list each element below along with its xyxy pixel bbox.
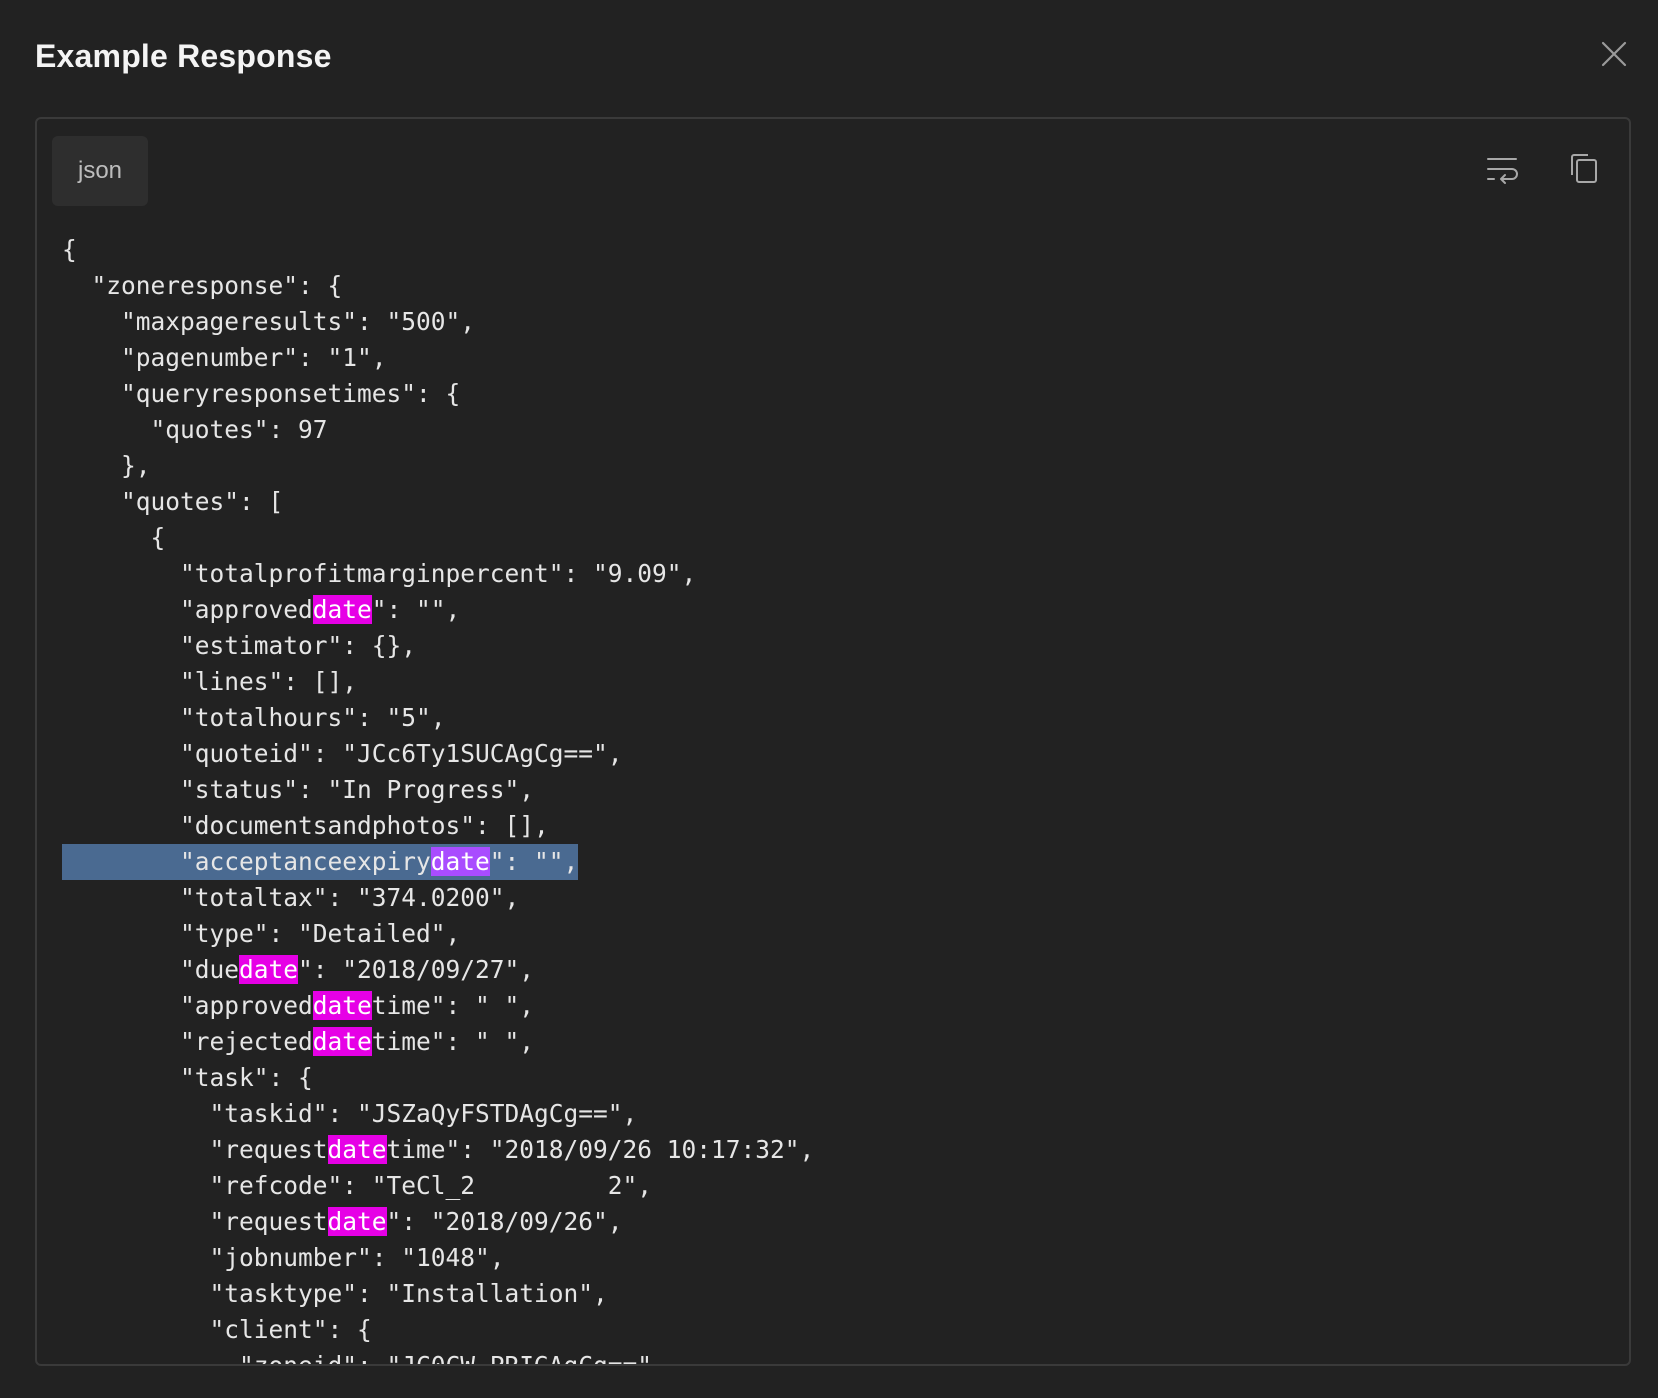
copy-button[interactable]	[1562, 149, 1602, 189]
code-line: "requestdate": "2018/09/26",	[62, 1207, 623, 1236]
search-match: date	[327, 1207, 387, 1236]
language-badge: json	[52, 136, 148, 206]
search-match: date	[430, 847, 490, 876]
code-line: "client": {	[62, 1315, 372, 1344]
code-line: "estimator": {},	[62, 631, 417, 660]
code-line: "duedate": "2018/09/27",	[62, 955, 535, 984]
code-line: "tasktype": "Installation",	[62, 1279, 608, 1308]
code-line: "maxpageresults": "500",	[62, 307, 476, 336]
code-line: "jobnumber": "1048",	[62, 1243, 505, 1272]
code-line: },	[62, 451, 151, 480]
code-line: "pagenumber": "1",	[62, 343, 387, 372]
code-line: "queryresponsetimes": {	[62, 379, 461, 408]
code-line: "status": "In Progress",	[62, 775, 535, 804]
example-response-dialog: Example Response json {"zoneresponse": …	[0, 0, 1658, 1398]
search-match: date	[327, 1135, 387, 1164]
search-match: date	[239, 955, 299, 984]
code-line: "requestdatetime": "2018/09/26 10:17:32"…	[62, 1135, 815, 1164]
code-line: "task": {	[62, 1063, 313, 1092]
wrap-lines-icon	[1487, 158, 1518, 184]
copy-icon	[1571, 154, 1597, 183]
wrap-lines-button[interactable]	[1482, 149, 1522, 189]
search-match: date	[312, 595, 372, 624]
close-button[interactable]	[1598, 38, 1630, 70]
code-line: "totalhours": "5",	[62, 703, 446, 732]
search-match: date	[312, 991, 372, 1020]
code-line: {	[62, 523, 166, 552]
code-line: "zoneid": "JC0CW-PRIGAgCg==",	[62, 1351, 667, 1366]
code-line: "approveddatetime": " ",	[62, 991, 535, 1020]
code-line: "lines": [],	[62, 667, 358, 696]
code-line: "refcode": "TeCl_2 2",	[62, 1171, 653, 1200]
code-line: "quoteid": "JCc6Ty1SUCAgCg==",	[62, 739, 623, 768]
dialog-title: Example Response	[35, 38, 332, 74]
code-line: "type": "Detailed",	[62, 919, 461, 948]
code-line: "totalprofitmarginpercent": "9.09",	[62, 559, 697, 588]
code-panel: json { "zoneresponse": { "maxpageresults…	[35, 117, 1631, 1366]
code-line: "taskid": "JSZaQyFSTDAgCg==",	[62, 1099, 638, 1128]
close-icon	[1601, 41, 1627, 67]
search-match: date	[312, 1027, 372, 1056]
code-line: "quotes": 97	[62, 415, 328, 444]
code-line: {	[62, 235, 77, 264]
code-line: "totaltax": "374.0200",	[62, 883, 520, 912]
code-line: "zoneresponse": {	[62, 271, 343, 300]
code-block[interactable]: { "zoneresponse": { "maxpageresults": "5…	[62, 232, 1629, 1364]
code-line: "quotes": [	[62, 487, 284, 516]
code-line: "documentsandphotos": [],	[62, 811, 549, 840]
code-line: "approveddate": "",	[62, 595, 461, 624]
code-line: "rejecteddatetime": " ",	[62, 1027, 535, 1056]
code-line-current: "acceptanceexpirydate": "",	[62, 844, 579, 880]
